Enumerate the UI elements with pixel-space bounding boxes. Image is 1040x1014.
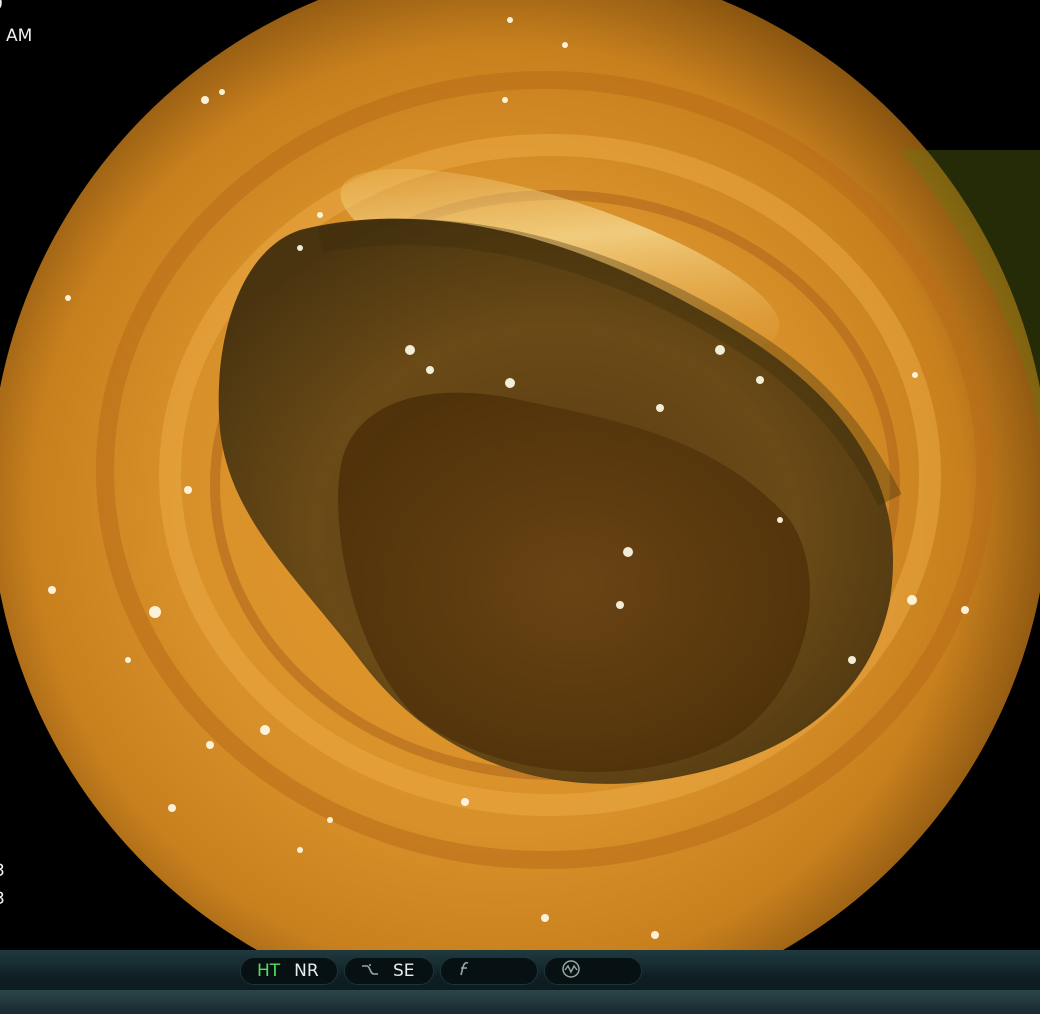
ht-label: HT [257,961,281,981]
status-bar-lower-strip [0,990,1040,1014]
overlay-top-left-line2: AM [6,26,33,46]
se-pill: SE [344,957,434,985]
status-bar: HT NR SE [0,950,1040,1014]
se-label: SE [393,961,415,981]
wave-pill [544,957,642,985]
nr-label: NR [294,961,319,981]
enhancement-curve-icon [361,962,379,981]
color-pill [440,957,538,985]
endoscopic-image [0,0,1040,950]
ht-nr-pill: HT NR [240,957,338,985]
overlay-bottom-left-line1: 3 [0,861,5,881]
color-f-icon [457,961,471,981]
overlay-top-left-line1: 0 [0,0,3,14]
wave-circle-icon [561,959,581,983]
overlay-bottom-left-line2: 3 [0,889,5,909]
